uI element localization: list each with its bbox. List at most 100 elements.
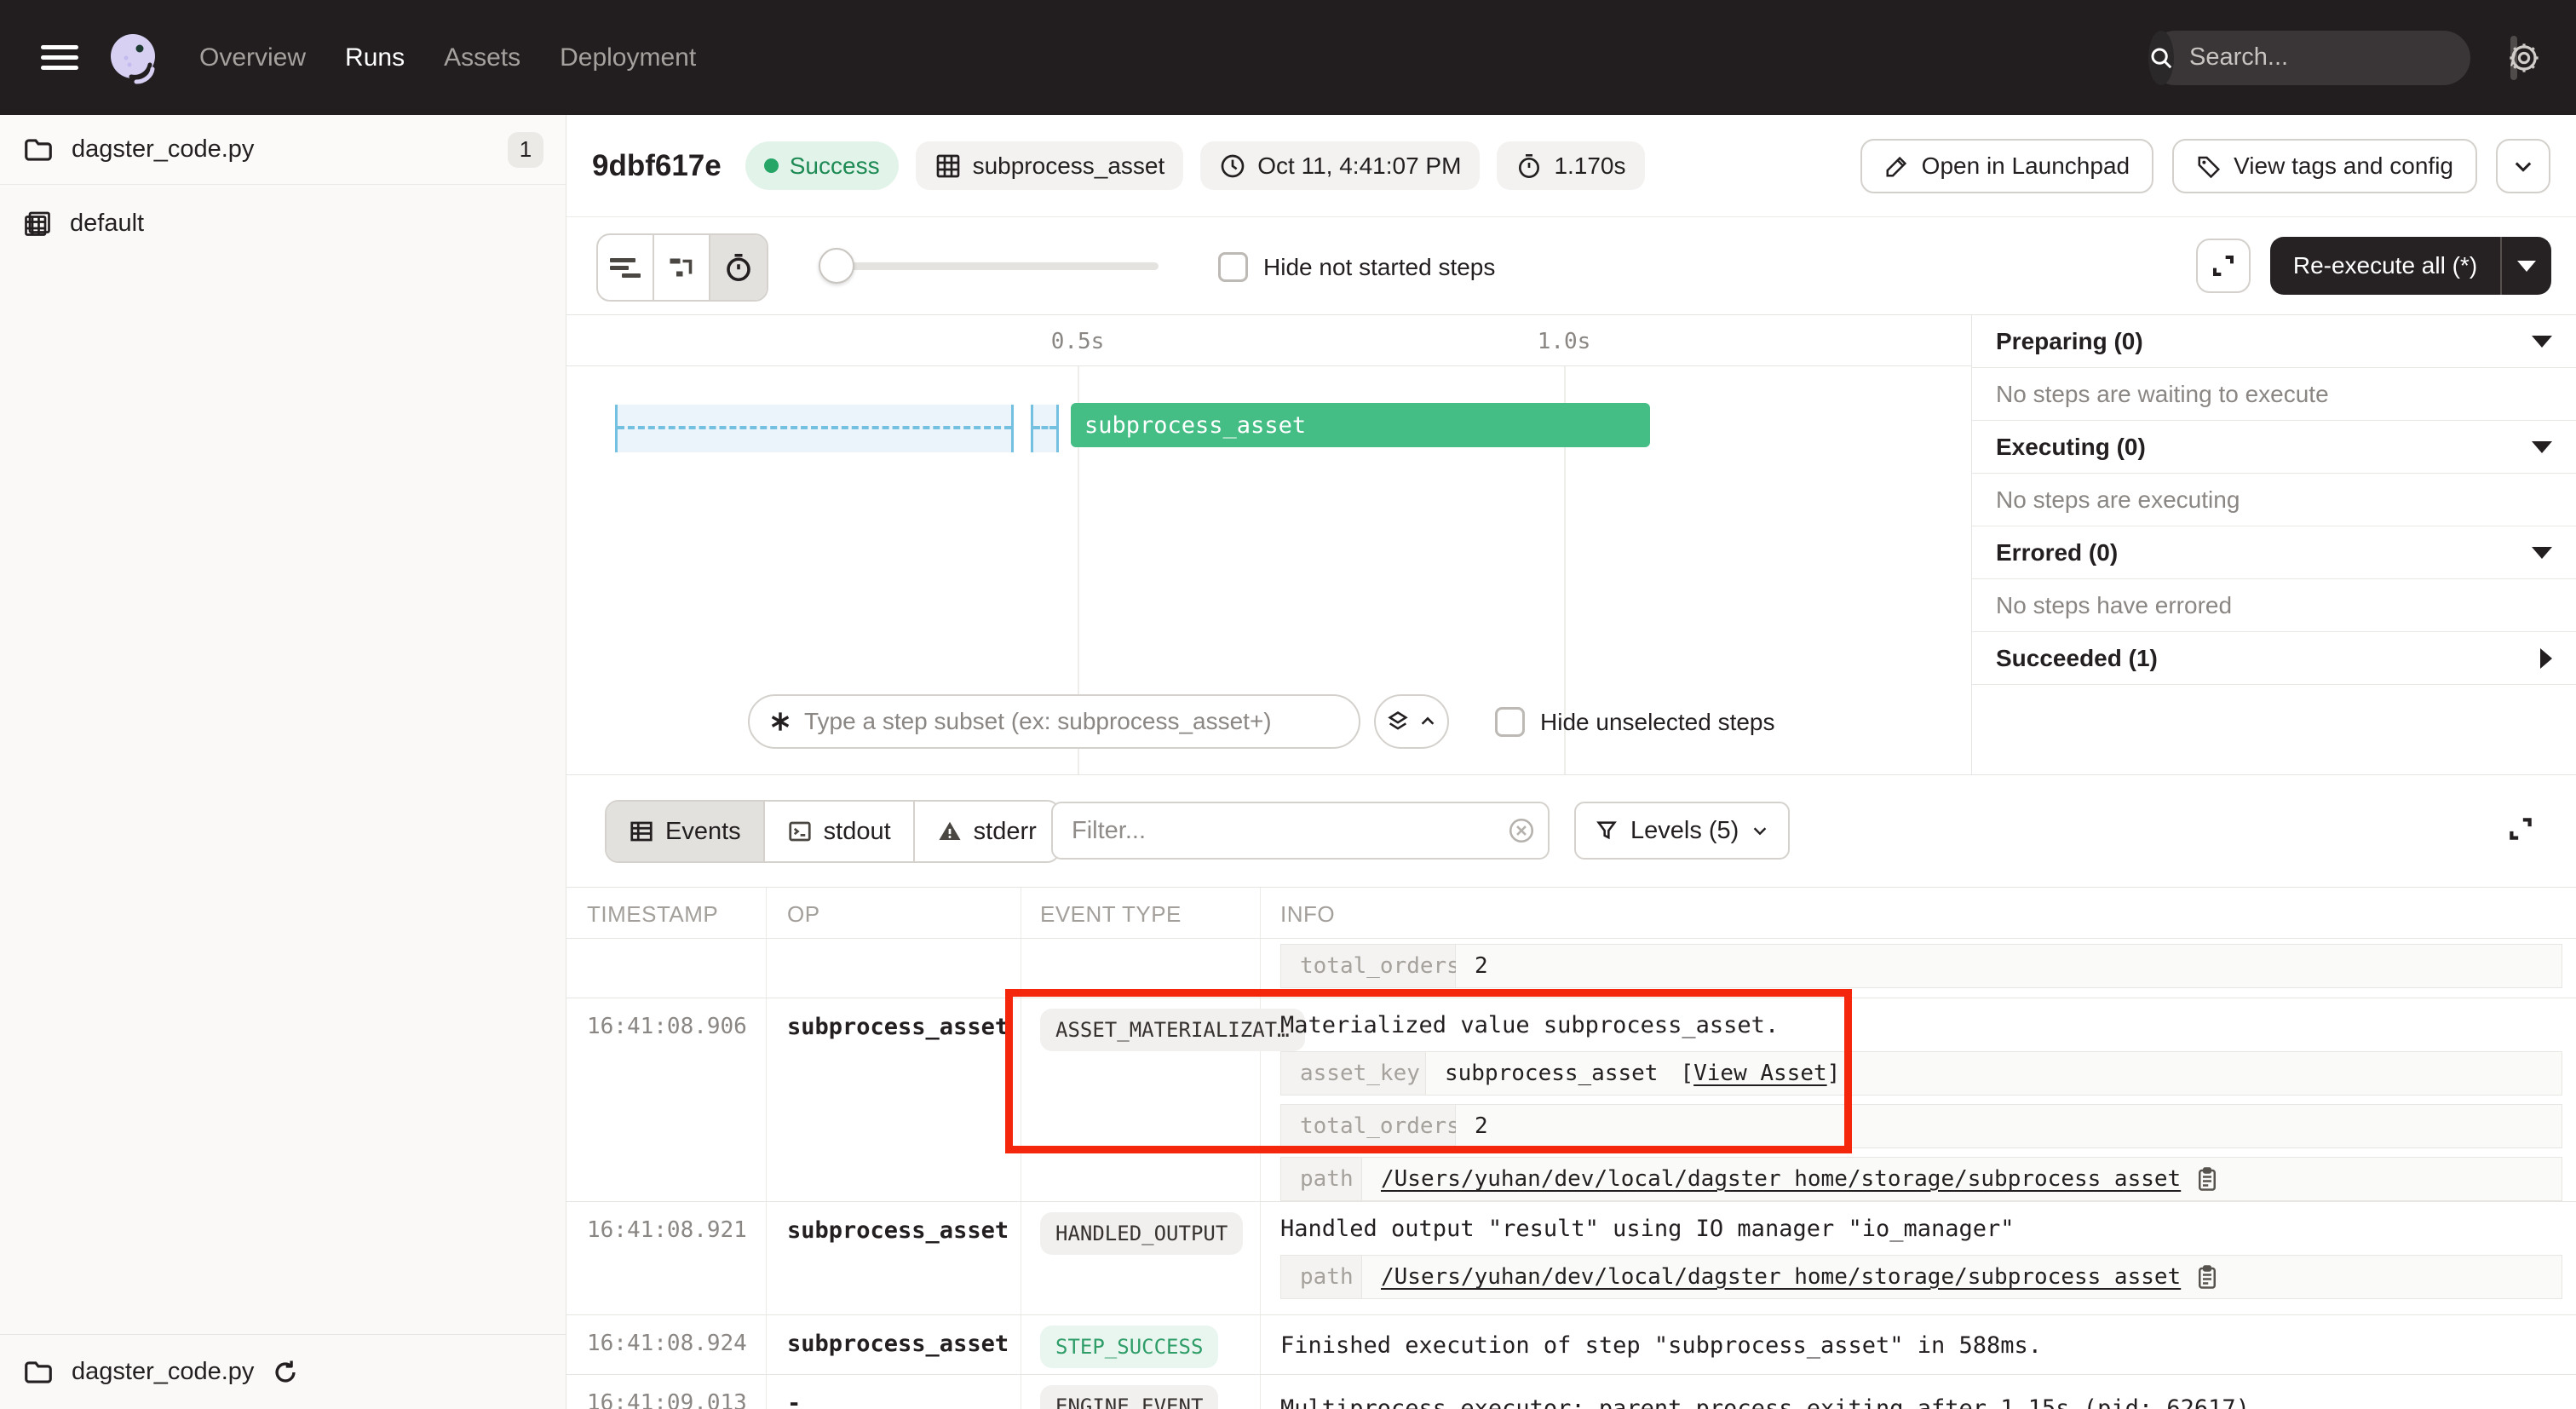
event-type-badge: ENGINE_EVENT xyxy=(1040,1385,1218,1409)
gantt-chart: 0.5s 1.0s subprocess_asset xyxy=(566,315,1972,775)
gantt-step-bar[interactable]: subprocess_asset xyxy=(1071,403,1650,447)
table-row-step-success[interactable]: 16:41:08.924 subprocess_asset STEP_SUCCE… xyxy=(566,1315,2576,1375)
gantt-time-axis: 0.5s 1.0s xyxy=(566,315,1971,366)
table-row[interactable]: total_orders 2 xyxy=(566,939,2576,998)
left-sidebar: dagster_code.py 1 default dagster_code.p… xyxy=(0,115,566,1409)
global-search[interactable]: / xyxy=(2148,31,2470,85)
gear-icon[interactable] xyxy=(2506,40,2542,76)
search-input[interactable] xyxy=(2174,43,2510,72)
path-link[interactable]: /Users/yuhan/dev/local/dagster_home/stor… xyxy=(1381,1166,2181,1192)
event-op: subprocess_asset xyxy=(787,1014,1009,1040)
gantt-zoom-slider[interactable] xyxy=(822,262,1159,270)
run-asset-tag[interactable]: subprocess_asset xyxy=(916,141,1184,190)
view-tags-config-button[interactable]: View tags and config xyxy=(2172,139,2477,193)
chevron-down-icon xyxy=(2511,154,2535,178)
slider-handle[interactable] xyxy=(819,248,854,284)
event-message: Materialized value subprocess_asset. xyxy=(1280,1010,2562,1041)
step-subset-selector xyxy=(748,694,1449,749)
job-grid-icon xyxy=(22,208,53,239)
hide-unselected-label: Hide unselected steps xyxy=(1540,709,1775,736)
view-mode-waterfall-icon[interactable] xyxy=(654,235,710,300)
terminal-icon xyxy=(787,819,813,844)
section-executing-empty: No steps are executing xyxy=(1972,474,2576,526)
log-filter-input[interactable] xyxy=(1051,802,1550,860)
nav-item-assets[interactable]: Assets xyxy=(444,43,520,72)
clear-filter-icon[interactable] xyxy=(1507,816,1536,845)
layers-icon xyxy=(1386,710,1410,733)
event-timestamp: 16:41:08.924 xyxy=(587,1331,747,1356)
section-succeeded[interactable]: Succeeded (1) xyxy=(1972,632,2576,685)
dagster-logo[interactable] xyxy=(106,31,160,85)
events-table-header: TIMESTAMP OP EVENT TYPE INFO xyxy=(566,887,2576,939)
run-header: 9dbf617e Success subprocess_asset Oct 11… xyxy=(566,115,2576,217)
expand-icon xyxy=(2506,814,2535,843)
nav-item-deployment[interactable]: Deployment xyxy=(560,43,696,72)
top-nav: Overview Runs Assets Deployment / xyxy=(0,0,2576,115)
tab-stdout[interactable]: stdout xyxy=(765,802,915,861)
sidebar-footer-repo[interactable]: dagster_code.py xyxy=(0,1334,566,1409)
table-row-handled-output[interactable]: 16:41:08.921 subprocess_asset HANDLED_OU… xyxy=(566,1202,2576,1315)
reload-icon[interactable] xyxy=(271,1358,300,1387)
event-message: Multiprocess executor: parent process ex… xyxy=(1280,1394,2562,1409)
re-execute-options-caret[interactable] xyxy=(2502,261,2551,272)
re-execute-all-button[interactable]: Re-execute all (*) xyxy=(2270,237,2551,295)
nav-item-runs[interactable]: Runs xyxy=(345,43,405,72)
gantt-fullscreen-button[interactable] xyxy=(2196,239,2251,293)
view-mode-timed-icon[interactable] xyxy=(710,235,767,300)
hamburger-menu-icon[interactable] xyxy=(41,39,78,76)
axis-tick: 1.0s xyxy=(1538,329,1591,354)
view-asset-link[interactable]: View Asset xyxy=(1693,1061,1827,1086)
run-status-badge: Success xyxy=(745,141,899,190)
tag-icon xyxy=(2196,153,2222,179)
col-op: OP xyxy=(767,888,1021,938)
open-in-launchpad-button[interactable]: Open in Launchpad xyxy=(1860,139,2153,193)
event-type-badge: STEP_SUCCESS xyxy=(1040,1326,1218,1368)
section-executing[interactable]: Executing (0) xyxy=(1972,421,2576,474)
event-op: subprocess_asset xyxy=(787,1217,1009,1244)
grid-icon xyxy=(934,152,962,180)
col-event-type: EVENT TYPE xyxy=(1021,888,1261,938)
run-start-time[interactable]: Oct 11, 4:41:07 PM xyxy=(1200,141,1480,190)
event-timestamp: 16:41:08.921 xyxy=(587,1217,747,1243)
repo-label: dagster_code.py xyxy=(72,135,254,164)
pencil-icon xyxy=(1884,153,1910,179)
sidebar-item-repo[interactable]: dagster_code.py 1 xyxy=(0,115,566,185)
collapse-caret-icon xyxy=(2532,441,2552,453)
timer-icon xyxy=(1515,152,1543,180)
section-preparing-empty: No steps are waiting to execute xyxy=(1972,368,2576,421)
funnel-icon xyxy=(1595,819,1619,843)
layers-button[interactable] xyxy=(1374,694,1449,749)
search-icon xyxy=(2148,31,2174,85)
tab-stderr[interactable]: stderr xyxy=(915,802,1059,861)
section-preparing[interactable]: Preparing (0) xyxy=(1972,315,2576,368)
job-label: default xyxy=(70,210,144,238)
col-info: INFO xyxy=(1261,888,2576,938)
section-errored[interactable]: Errored (0) xyxy=(1972,526,2576,579)
log-filter xyxy=(1051,802,1550,860)
run-actions-chevron-button[interactable] xyxy=(2496,139,2550,193)
copy-icon[interactable] xyxy=(2194,1166,2220,1192)
nav-item-overview[interactable]: Overview xyxy=(199,43,306,72)
view-mode-flat-icon[interactable] xyxy=(598,235,654,300)
gantt-waiting-span xyxy=(615,405,1014,452)
path-link[interactable]: /Users/yuhan/dev/local/dagster_home/stor… xyxy=(1381,1264,2181,1290)
levels-dropdown[interactable]: Levels (5) xyxy=(1574,802,1790,860)
table-row-engine-event[interactable]: 16:41:09.013 - ENGINE_EVENT Multiprocess… xyxy=(566,1375,2576,1409)
sidebar-item-job-default[interactable]: default xyxy=(0,190,566,256)
log-fullscreen-button[interactable] xyxy=(2493,802,2548,856)
repo-count-badge: 1 xyxy=(508,132,543,168)
run-duration: 1.170s xyxy=(1497,141,1644,190)
event-message: Finished execution of step "subprocess_a… xyxy=(1280,1331,2562,1361)
table-row-materialization[interactable]: 16:41:08.906 subprocess_asset ASSET_MATE… xyxy=(566,998,2576,1202)
status-dot-icon xyxy=(764,158,779,173)
axis-tick: 0.5s xyxy=(1051,329,1105,354)
hide-not-started-checkbox[interactable] xyxy=(1218,252,1248,282)
hide-unselected-checkbox[interactable] xyxy=(1495,707,1525,737)
copy-icon[interactable] xyxy=(2194,1264,2220,1290)
step-status-panel: Preparing (0) No steps are waiting to ex… xyxy=(1972,315,2576,775)
step-subset-input[interactable] xyxy=(748,694,1360,749)
col-timestamp: TIMESTAMP xyxy=(566,888,767,938)
tab-events[interactable]: Events xyxy=(607,802,765,861)
event-op: subprocess_asset xyxy=(787,1331,1009,1357)
folder-icon xyxy=(22,1356,55,1389)
